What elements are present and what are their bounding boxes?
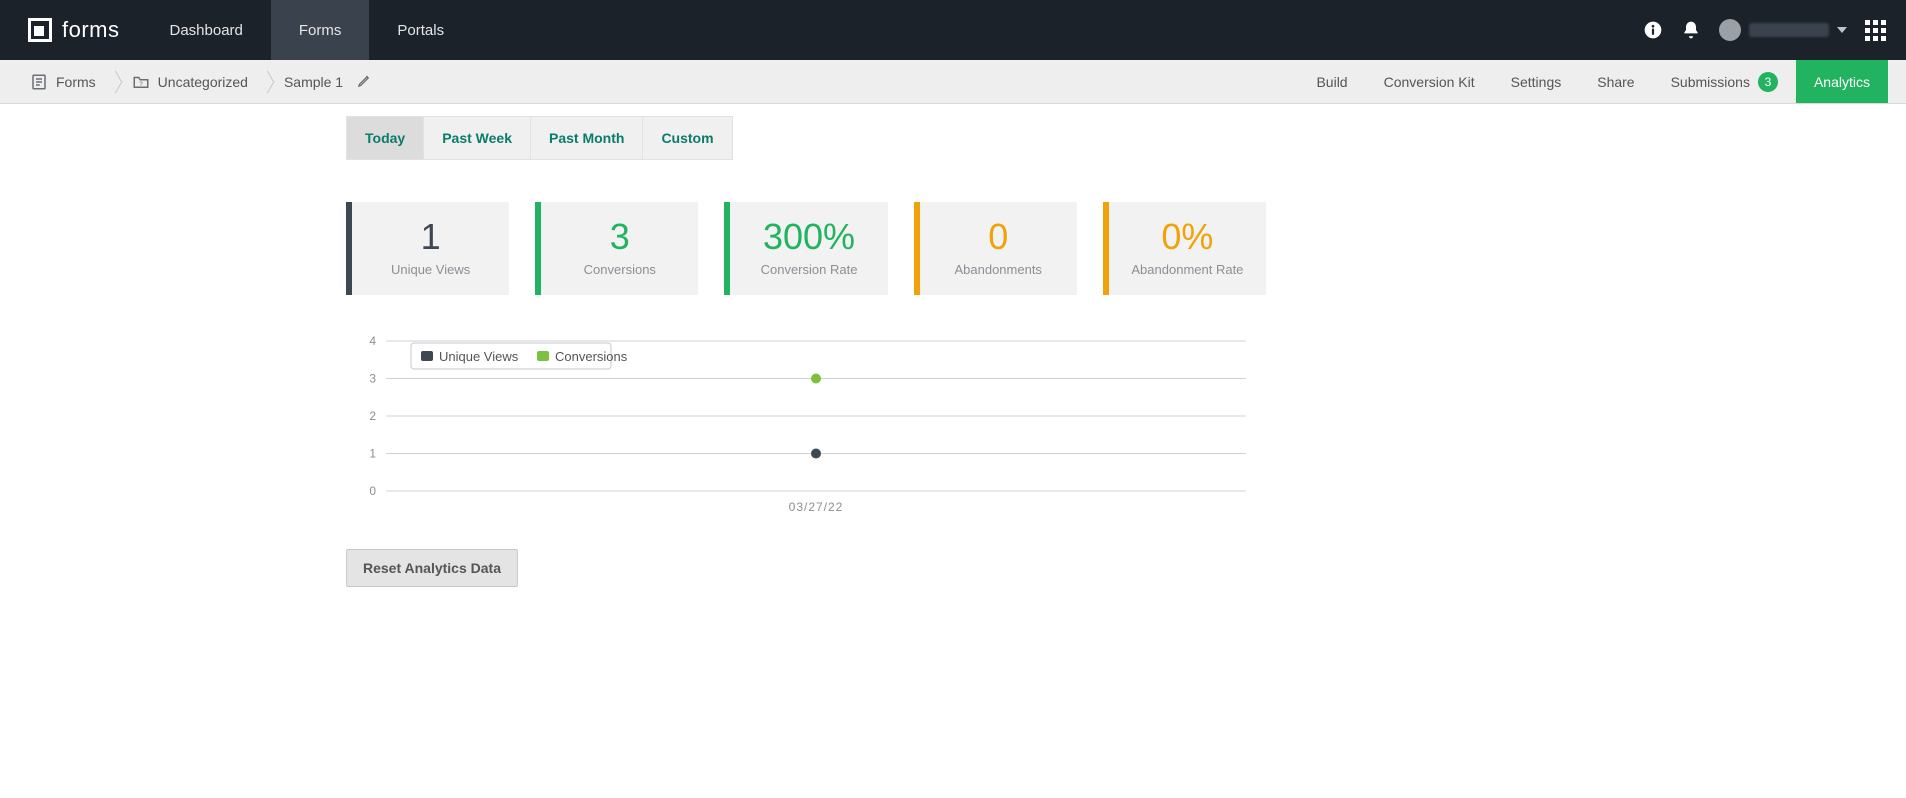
top-nav-dashboard[interactable]: Dashboard xyxy=(142,0,271,60)
range-tab-custom[interactable]: Custom xyxy=(643,116,732,160)
range-tab-past-week[interactable]: Past Week xyxy=(424,116,531,160)
svg-text:3: 3 xyxy=(369,372,376,386)
top-nav-forms[interactable]: Forms xyxy=(271,0,370,60)
breadcrumb: Forms? Uncategorized Sample 1 xyxy=(30,73,408,91)
top-nav-links: DashboardFormsPortals xyxy=(142,0,473,60)
apps-grid-icon[interactable] xyxy=(1865,20,1886,41)
card-value: 0 xyxy=(930,216,1067,258)
subtab-share[interactable]: Share xyxy=(1579,60,1652,103)
card-value: 3 xyxy=(551,216,688,258)
svg-text:0: 0 xyxy=(369,484,376,498)
user-name xyxy=(1749,23,1829,37)
chart-area: 0 1 2 3 4 03/27/22 Unique Views Conversions xyxy=(346,331,1266,521)
range-tab-today[interactable]: Today xyxy=(346,116,424,160)
bell-icon[interactable] xyxy=(1681,20,1701,40)
breadcrumb-label: Sample 1 xyxy=(284,74,343,90)
brand-name: forms xyxy=(62,17,120,43)
svg-text:4: 4 xyxy=(369,334,376,348)
card-label: Abandonments xyxy=(930,262,1067,277)
subtab-build[interactable]: Build xyxy=(1298,60,1365,103)
form-icon xyxy=(30,73,48,91)
range-tab-past-month[interactable]: Past Month xyxy=(531,116,643,160)
brand[interactable]: forms xyxy=(0,17,142,43)
sub-bar: Forms? Uncategorized Sample 1 Build Convers… xyxy=(0,60,1906,104)
breadcrumb-label: Uncategorized xyxy=(158,74,248,90)
subtab-label: Analytics xyxy=(1814,74,1870,90)
card-value: 300% xyxy=(740,216,877,258)
info-icon[interactable] xyxy=(1643,20,1663,40)
stat-card-abandonment-rate: 0% Abandonment Rate xyxy=(1103,202,1266,295)
svg-text:Unique Views: Unique Views xyxy=(439,349,519,364)
breadcrumb-label: Forms xyxy=(56,74,96,90)
stat-cards: 1 Unique Views 3 Conversions 300% Conversion … xyxy=(346,202,1266,295)
breadcrumb-sample-1[interactable]: Sample 1 xyxy=(284,73,408,91)
subtab-conversion-kit[interactable]: Conversion Kit xyxy=(1366,60,1493,103)
card-label: Conversion Rate xyxy=(740,262,877,277)
svg-text:Conversions: Conversions xyxy=(555,349,628,364)
svg-text:03/27/22: 03/27/22 xyxy=(789,500,844,514)
top-nav: forms DashboardFormsPortals xyxy=(0,0,1906,60)
stat-card-conversion-rate: 300% Conversion Rate xyxy=(724,202,887,295)
sub-tabs: Build Conversion Kit Settings Share Submissi… xyxy=(1298,60,1888,103)
stat-card-unique-views: 1 Unique Views xyxy=(346,202,509,295)
card-label: Conversions xyxy=(551,262,688,277)
stat-card-abandonments: 0 Abandonments xyxy=(914,202,1077,295)
pencil-icon[interactable] xyxy=(357,73,372,91)
subtab-label: Submissions xyxy=(1671,74,1750,90)
user-menu[interactable] xyxy=(1719,19,1847,41)
svg-text:1: 1 xyxy=(369,447,376,461)
top-nav-right xyxy=(1643,19,1906,41)
subtab-settings[interactable]: Settings xyxy=(1493,60,1580,103)
subtab-label: Conversion Kit xyxy=(1384,74,1475,90)
breadcrumb-uncategorized[interactable]: ? Uncategorized xyxy=(132,73,284,91)
chevron-down-icon xyxy=(1837,27,1847,33)
range-tabs: TodayPast WeekPast MonthCustom xyxy=(346,116,1266,160)
reset-analytics-button[interactable]: Reset Analytics Data xyxy=(346,549,518,587)
breadcrumb-forms[interactable]: Forms xyxy=(30,73,132,91)
subtab-submissions[interactable]: Submissions 3 xyxy=(1653,60,1796,103)
avatar-icon xyxy=(1719,19,1741,41)
card-label: Abandonment Rate xyxy=(1119,262,1256,277)
subtab-analytics[interactable]: Analytics xyxy=(1796,60,1888,103)
card-label: Unique Views xyxy=(362,262,499,277)
folder-icon: ? xyxy=(132,73,150,91)
svg-text:2: 2 xyxy=(369,409,376,423)
top-nav-portals[interactable]: Portals xyxy=(369,0,472,60)
content: TodayPast WeekPast MonthCustom 1 Unique V… xyxy=(346,104,1266,587)
stat-card-conversions: 3 Conversions xyxy=(535,202,698,295)
submissions-badge: 3 xyxy=(1758,72,1778,92)
brand-logo-icon xyxy=(28,18,52,42)
subtab-label: Share xyxy=(1597,74,1634,90)
subtab-label: Build xyxy=(1316,74,1347,90)
analytics-chart: 0 1 2 3 4 03/27/22 Unique Views Conversions xyxy=(346,331,1266,521)
card-value: 1 xyxy=(362,216,499,258)
card-value: 0% xyxy=(1119,216,1256,258)
subtab-label: Settings xyxy=(1511,74,1562,90)
